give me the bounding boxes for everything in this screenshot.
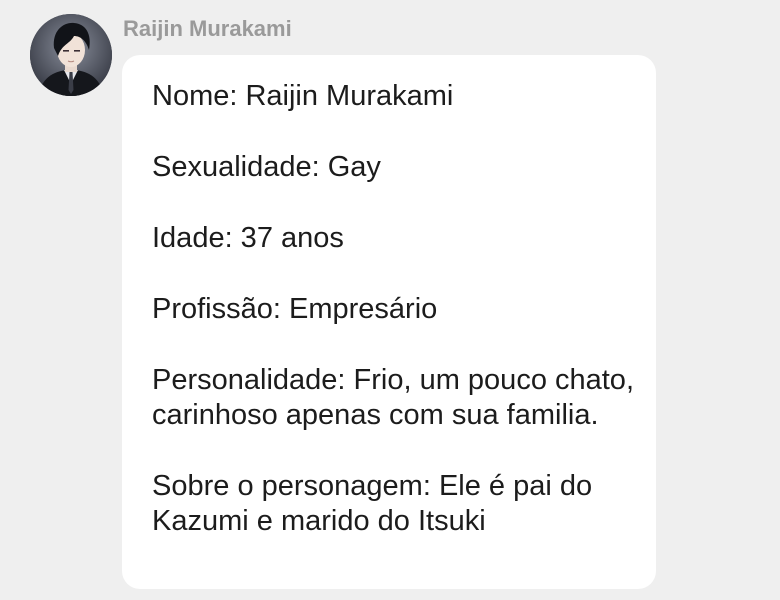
- field-idade: Idade: 37 anos: [152, 222, 344, 254]
- author-name[interactable]: Raijin Murakami: [123, 16, 292, 42]
- avatar-portrait-icon: [30, 14, 112, 96]
- chat-message: Raijin Murakami Nome: Raijin Murakami Se…: [0, 0, 780, 600]
- message-bubble: Nome: Raijin Murakami Sexualidade: Gay I…: [122, 55, 656, 589]
- field-sobre: Sobre o personagem: Ele é pai do Kazumi …: [152, 470, 593, 537]
- field-profissao: Profissão: Empresário: [152, 293, 438, 325]
- field-nome: Nome: Raijin Murakami: [152, 80, 454, 112]
- field-sexualidade: Sexualidade: Gay: [152, 151, 381, 183]
- field-personalidade: Personalidade: Frio, um pouco chato, car…: [152, 364, 634, 431]
- avatar[interactable]: [30, 14, 112, 96]
